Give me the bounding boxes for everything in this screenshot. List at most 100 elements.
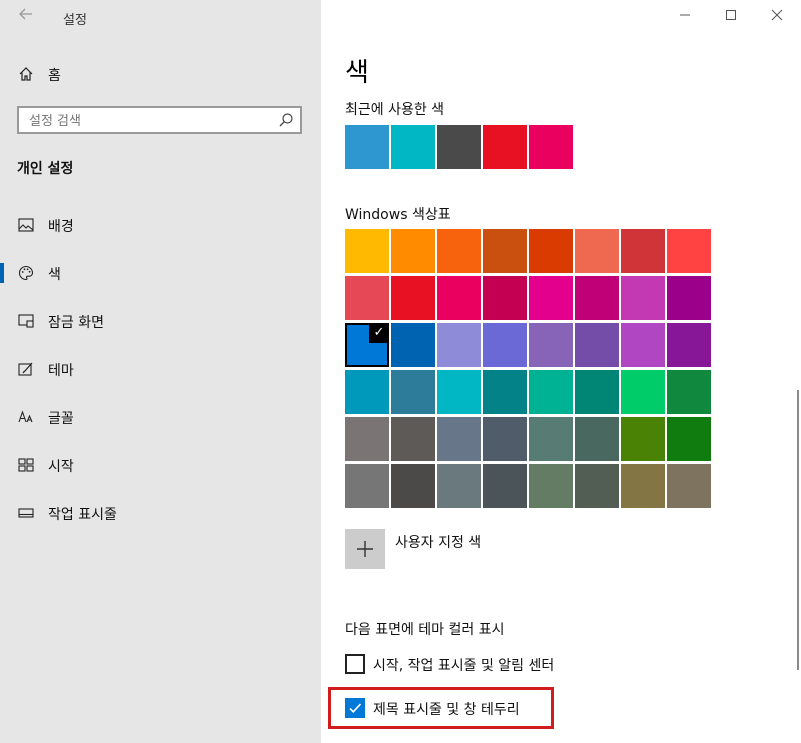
palette-color-swatch[interactable] <box>667 370 711 414</box>
palette-color-swatch[interactable] <box>483 276 527 320</box>
recent-color-swatch[interactable] <box>483 125 527 169</box>
start-taskbar-checkbox[interactable] <box>345 654 365 674</box>
palette-color-swatch[interactable] <box>437 229 481 273</box>
palette-color-swatch[interactable] <box>621 464 665 508</box>
sidebar-item-start[interactable]: 시작 <box>0 447 321 483</box>
palette-color-swatch[interactable] <box>575 370 619 414</box>
search-icon[interactable] <box>278 112 294 128</box>
sidebar-item-label: 색 <box>48 267 61 283</box>
home-label: 홈 <box>48 68 61 84</box>
palette-color-swatch[interactable] <box>437 464 481 508</box>
image-icon <box>17 216 35 234</box>
palette-color-swatch[interactable] <box>575 323 619 367</box>
palette-color-swatch[interactable] <box>575 276 619 320</box>
palette-color-swatch[interactable] <box>621 370 665 414</box>
sidebar-item-fonts[interactable]: 글꼴 <box>0 399 321 435</box>
recent-color-swatch[interactable] <box>437 125 481 169</box>
palette-color-swatch[interactable] <box>345 417 389 461</box>
palette-color-swatch[interactable] <box>437 417 481 461</box>
maximize-button[interactable] <box>716 4 746 30</box>
plus-icon <box>357 541 373 557</box>
palette-color-swatch[interactable] <box>575 229 619 273</box>
search-box[interactable] <box>17 106 302 134</box>
palette-color-swatch[interactable] <box>391 276 435 320</box>
section-title: 개인 설정 <box>17 161 74 177</box>
palette-color-swatch[interactable] <box>391 417 435 461</box>
start-icon <box>17 456 35 474</box>
palette-color-swatch[interactable] <box>345 370 389 414</box>
taskbar-icon <box>17 504 35 522</box>
palette-color-swatch[interactable] <box>575 464 619 508</box>
maximize-icon <box>726 10 736 20</box>
home-icon <box>17 65 35 83</box>
palette-color-swatch[interactable] <box>391 229 435 273</box>
selected-check-icon: ✓ <box>369 323 389 343</box>
sidebar-item-taskbar[interactable]: 작업 표시줄 <box>0 495 321 531</box>
palette-color-swatch[interactable] <box>391 370 435 414</box>
sidebar: 설정 홈 개인 설정 배경 색 잠금 화면 테마 <box>0 0 321 743</box>
palette-color-swatch[interactable] <box>483 370 527 414</box>
palette-color-swatch[interactable] <box>667 276 711 320</box>
palette-color-swatch[interactable] <box>483 464 527 508</box>
palette-color-swatch[interactable] <box>529 370 573 414</box>
palette-color-swatch[interactable] <box>621 276 665 320</box>
recent-color-swatch[interactable] <box>391 125 435 169</box>
palette-color-swatch[interactable] <box>529 229 573 273</box>
close-button[interactable] <box>762 4 792 30</box>
palette-color-swatch[interactable] <box>667 323 711 367</box>
highlight-annotation-box <box>328 687 554 729</box>
page-title: 색 <box>345 58 369 88</box>
palette-color-swatch[interactable] <box>529 417 573 461</box>
minimize-button[interactable] <box>670 4 700 30</box>
palette-icon <box>17 264 35 282</box>
palette-color-swatch[interactable] <box>391 323 435 367</box>
home-nav-item[interactable]: 홈 <box>0 58 321 90</box>
palette-color-swatch[interactable] <box>345 276 389 320</box>
palette-color-swatch[interactable] <box>345 464 389 508</box>
recent-color-swatch[interactable] <box>345 125 389 169</box>
back-button[interactable] <box>14 6 38 28</box>
custom-color-label[interactable]: 사용자 지정 색 <box>395 532 481 552</box>
sidebar-item-background[interactable]: 배경 <box>0 207 321 243</box>
palette-color-swatch[interactable] <box>667 417 711 461</box>
palette-color-swatch[interactable] <box>483 229 527 273</box>
palette-color-swatch[interactable] <box>391 464 435 508</box>
theme-surface-label: 다음 표면에 테마 컬러 표시 <box>345 622 505 638</box>
palette-color-swatch[interactable] <box>621 229 665 273</box>
sidebar-item-label: 테마 <box>48 363 74 379</box>
palette-color-swatch[interactable] <box>529 464 573 508</box>
search-input[interactable] <box>27 111 281 131</box>
sidebar-item-label: 글꼴 <box>48 411 74 427</box>
theme-icon <box>17 360 35 378</box>
palette-color-swatch[interactable] <box>345 229 389 273</box>
palette-color-swatch[interactable] <box>529 276 573 320</box>
lock-screen-icon <box>17 312 35 330</box>
recent-colors-label: 최근에 사용한 색 <box>345 102 445 118</box>
palette-color-swatch[interactable] <box>667 229 711 273</box>
palette-color-swatch[interactable] <box>529 323 573 367</box>
sidebar-item-lock-screen[interactable]: 잠금 화면 <box>0 303 321 339</box>
start-taskbar-checkbox-label[interactable]: 시작, 작업 표시줄 및 알림 센터 <box>373 655 554 675</box>
palette-color-swatch[interactable] <box>621 417 665 461</box>
back-arrow-icon <box>19 8 32 20</box>
palette-color-swatch[interactable] <box>575 417 619 461</box>
palette-color-swatch[interactable] <box>667 464 711 508</box>
palette-color-swatch[interactable] <box>483 323 527 367</box>
sidebar-item-themes[interactable]: 테마 <box>0 351 321 387</box>
scrollbar[interactable] <box>797 390 799 670</box>
custom-color-button[interactable] <box>345 529 385 569</box>
main-content: 색 최근에 사용한 색 Windows 색상표 ✓ 사용자 지정 색 다음 표면… <box>321 0 801 743</box>
palette-color-swatch[interactable] <box>621 323 665 367</box>
sidebar-item-label: 배경 <box>48 219 74 235</box>
sidebar-item-label: 시작 <box>48 459 74 475</box>
palette-color-swatch[interactable] <box>437 370 481 414</box>
close-icon <box>771 9 783 21</box>
palette-color-swatch-selected[interactable]: ✓ <box>345 323 389 367</box>
palette-color-swatch[interactable] <box>437 323 481 367</box>
palette-color-swatch[interactable] <box>483 417 527 461</box>
palette-label: Windows 색상표 <box>345 207 451 223</box>
app-title: 설정 <box>63 13 87 28</box>
palette-color-swatch[interactable] <box>437 276 481 320</box>
recent-color-swatch[interactable] <box>529 125 573 169</box>
sidebar-item-colors[interactable]: 색 <box>0 255 321 291</box>
